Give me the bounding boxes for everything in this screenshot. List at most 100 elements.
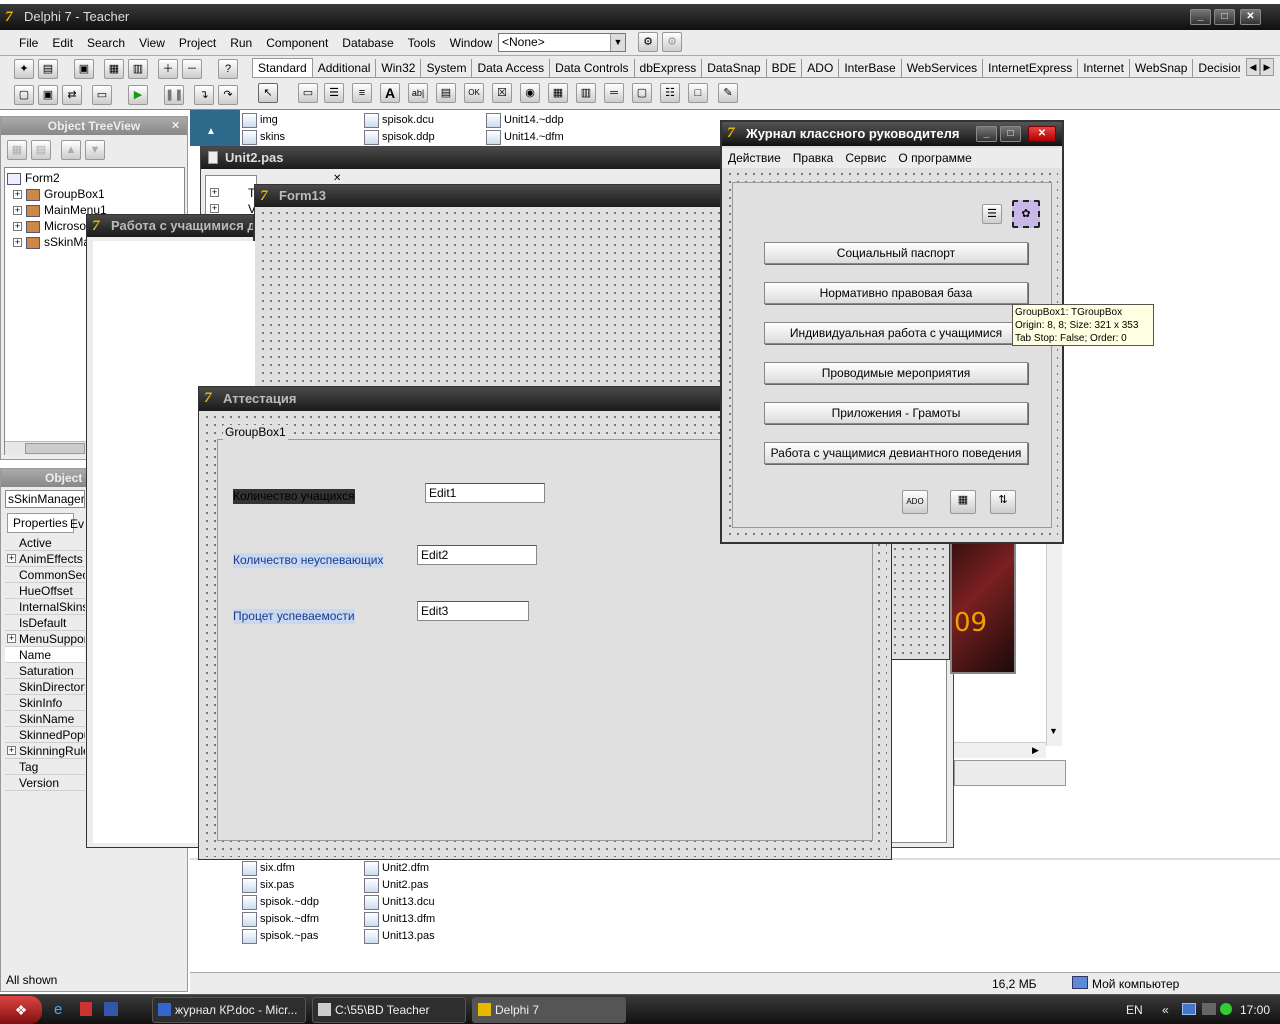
open-project-icon[interactable]: ▥ bbox=[128, 59, 148, 79]
mainmenu-component-icon[interactable]: ☰ bbox=[982, 204, 1002, 224]
taskbar-task[interactable]: Delphi 7 bbox=[472, 997, 626, 1023]
inspector-tab-properties[interactable]: Properties bbox=[7, 513, 74, 533]
journal-button[interactable]: Работа с учащимися девиантного поведения bbox=[764, 442, 1028, 464]
inspector-tab-events[interactable]: Ev bbox=[67, 515, 87, 533]
menu-edit[interactable]: Edit bbox=[45, 33, 80, 53]
palette-tab[interactable]: WebSnap bbox=[1130, 59, 1194, 77]
label-component-icon[interactable]: A bbox=[380, 83, 400, 103]
expand-icon[interactable]: + bbox=[13, 238, 22, 248]
palette-tab[interactable]: Data Controls bbox=[550, 59, 635, 77]
palette-tab[interactable]: InternetExpress bbox=[983, 59, 1079, 77]
popupmenu-component-icon[interactable]: ≡ bbox=[352, 83, 372, 103]
property-row[interactable]: Active bbox=[5, 535, 85, 551]
new-form-icon[interactable]: ▭ bbox=[92, 85, 112, 105]
maximize-button[interactable]: □ bbox=[1214, 9, 1235, 25]
file-item[interactable]: Unit13.dfm bbox=[364, 911, 435, 927]
property-row[interactable]: Saturation bbox=[5, 663, 85, 679]
palette-tab[interactable]: BDE bbox=[767, 59, 803, 77]
property-row[interactable]: +SkinningRules bbox=[5, 743, 85, 759]
edit2-field[interactable]: Edit2 bbox=[417, 545, 537, 565]
internet-explorer-icon[interactable]: e bbox=[54, 1001, 62, 1018]
journal-button[interactable]: Индивидуальная работа с учащимися bbox=[764, 322, 1028, 344]
journal-maximize-button[interactable]: □ bbox=[1000, 126, 1021, 142]
journal-minimize-button[interactable]: _ bbox=[976, 126, 997, 142]
property-row[interactable]: + AnimEffects bbox=[5, 551, 85, 567]
chevron-down-icon[interactable]: ▼ bbox=[610, 34, 625, 51]
file-item[interactable]: Unit13.dcu bbox=[364, 894, 435, 910]
tree-item[interactable]: + sSkinMa bbox=[13, 234, 90, 250]
checkbox-component-icon[interactable]: ☒ bbox=[492, 83, 512, 103]
taskbar-task[interactable]: журнал КР.doc - Micr... bbox=[152, 997, 306, 1023]
datasource-component-icon[interactable]: ⇅ bbox=[990, 490, 1016, 514]
start-button[interactable]: ❖ bbox=[0, 996, 42, 1024]
palette-tab[interactable]: dbExpress bbox=[635, 59, 703, 77]
menu-view[interactable]: View bbox=[132, 33, 172, 53]
palette-tab[interactable]: Data Access bbox=[472, 59, 551, 77]
move-up-icon[interactable]: ▲ bbox=[61, 140, 81, 160]
journal-button[interactable]: Проводимые мероприятия bbox=[764, 362, 1028, 384]
journal-menu-item[interactable]: Действие bbox=[722, 148, 787, 168]
expand-icon[interactable]: + bbox=[13, 190, 22, 200]
tray-expand-icon[interactable]: « bbox=[1162, 997, 1169, 1023]
pause-icon[interactable]: ❚❚ bbox=[164, 85, 184, 105]
expand-icon[interactable]: + bbox=[13, 222, 22, 232]
edit3-field[interactable]: Edit3 bbox=[417, 601, 529, 621]
journal-close-button[interactable]: ✕ bbox=[1028, 126, 1056, 142]
actionlist-component-icon[interactable]: ✎ bbox=[718, 83, 738, 103]
journal-menu-item[interactable]: Правка bbox=[787, 148, 840, 168]
journal-button[interactable]: Нормативно правовая база bbox=[764, 282, 1028, 304]
radiogroup-component-icon[interactable]: ☷ bbox=[660, 83, 680, 103]
property-row[interactable]: CommonSecti bbox=[5, 567, 85, 583]
close-button[interactable]: ✕ bbox=[1240, 9, 1261, 25]
file-item[interactable]: spisok.dcu bbox=[364, 112, 434, 128]
palette-scroll-right-icon[interactable]: ▶ bbox=[1260, 58, 1274, 76]
palette-tab[interactable]: Additional bbox=[313, 59, 377, 77]
quicklaunch-icon[interactable] bbox=[104, 1002, 118, 1016]
palette-tab[interactable]: Win32 bbox=[376, 59, 422, 77]
palette-tab[interactable]: DataSnap bbox=[702, 59, 767, 77]
save-all-icon[interactable]: ▦ bbox=[104, 59, 124, 79]
language-indicator[interactable]: EN bbox=[1126, 997, 1143, 1023]
form-selector-combo[interactable]: <None> ▼ bbox=[498, 33, 626, 52]
journal-menu-item[interactable]: О программе bbox=[892, 148, 977, 168]
palette-tab[interactable]: ADO bbox=[802, 59, 840, 77]
menu-component[interactable]: Component bbox=[259, 33, 335, 53]
remove-file-icon[interactable]: － bbox=[182, 59, 202, 79]
file-item[interactable]: img bbox=[242, 112, 278, 128]
palette-tab[interactable]: Internet bbox=[1078, 59, 1130, 77]
property-row[interactable]: InternalSkins bbox=[5, 599, 85, 615]
mainmenu-component-icon[interactable]: ☰ bbox=[324, 83, 344, 103]
view-form-icon[interactable]: ▣ bbox=[38, 85, 58, 105]
journal-groupbox[interactable] bbox=[732, 182, 1052, 528]
expand-icon[interactable]: + bbox=[7, 554, 16, 563]
file-item[interactable]: Unit14.~ddp bbox=[486, 112, 564, 128]
file-item[interactable]: spisok.ddp bbox=[364, 129, 435, 145]
view-unit-icon[interactable]: ▢ bbox=[14, 85, 34, 105]
expand-icon[interactable]: + bbox=[13, 206, 22, 216]
step-over-icon[interactable]: ↷ bbox=[218, 85, 238, 105]
expand-icon[interactable]: + bbox=[7, 634, 16, 643]
menu-project[interactable]: Project bbox=[172, 33, 223, 53]
unit2-close-icon[interactable]: ✕ bbox=[333, 173, 341, 184]
file-item[interactable]: spisok.~dfm bbox=[242, 911, 319, 927]
save-icon[interactable]: ▣ bbox=[74, 59, 94, 79]
menu-run[interactable]: Run bbox=[223, 33, 259, 53]
property-row[interactable]: SkinInfo bbox=[5, 695, 85, 711]
frame-component-icon[interactable]: ▭ bbox=[298, 83, 318, 103]
file-item[interactable]: spisok.~pas bbox=[242, 928, 318, 944]
scrollbar-component-icon[interactable]: ═ bbox=[604, 83, 624, 103]
button-component-icon[interactable]: OK bbox=[464, 83, 484, 103]
adoconnection-component-icon[interactable]: ADO bbox=[902, 490, 928, 514]
expand-icon[interactable]: + bbox=[7, 746, 16, 755]
treeview-delete-icon[interactable]: ▤ bbox=[31, 140, 51, 160]
file-item[interactable]: six.pas bbox=[242, 877, 294, 893]
tray-icon[interactable] bbox=[1202, 1003, 1216, 1015]
quicklaunch-icon[interactable] bbox=[80, 1002, 92, 1016]
palette-tab[interactable]: InterBase bbox=[839, 59, 902, 77]
file-item[interactable]: Unit14.~dfm bbox=[486, 129, 564, 145]
listbox-component-icon[interactable]: ▦ bbox=[548, 83, 568, 103]
property-row[interactable]: Tag bbox=[5, 759, 85, 775]
memo-component-icon[interactable]: ▤ bbox=[436, 83, 456, 103]
property-row[interactable]: Name bbox=[5, 647, 85, 663]
menu-window[interactable]: Window bbox=[443, 33, 500, 53]
